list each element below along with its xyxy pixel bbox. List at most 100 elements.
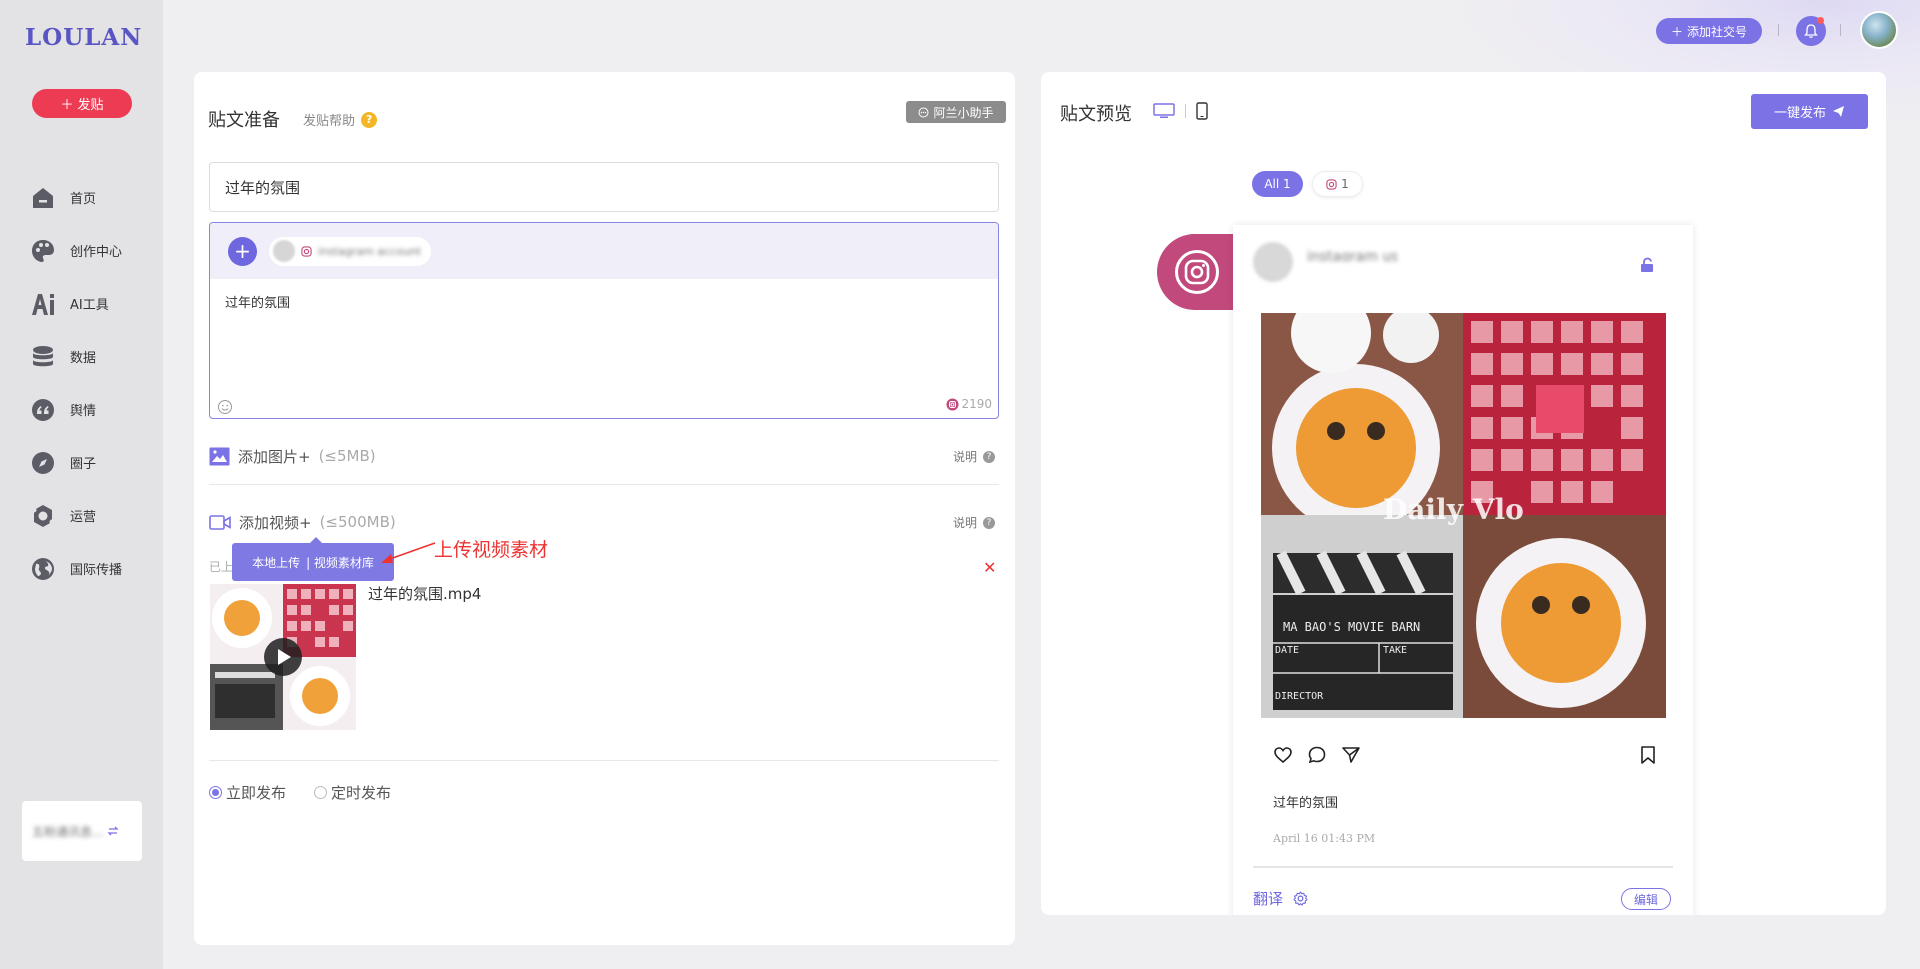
account-selector: + instagram account [210, 223, 998, 279]
post-author-name: instagram user [1307, 249, 1397, 261]
switch-icon[interactable] [107, 825, 120, 837]
local-upload-option[interactable]: 本地上传 [252, 554, 300, 571]
nav-label: 数据 [70, 351, 97, 366]
unlock-icon[interactable] [1639, 257, 1655, 273]
add-video-row: 添加视频+ (≤500MB) 说明 ? [209, 510, 999, 534]
nav-item-operation[interactable]: 运营 [0, 489, 163, 542]
publish-all-label: 一键发布 [1773, 106, 1826, 121]
translate-link[interactable]: 翻译 [1253, 888, 1308, 909]
instagram-platform-badge [1157, 234, 1237, 310]
selected-account-chip[interactable]: instagram account [269, 236, 431, 266]
instagram-icon [946, 398, 959, 410]
upload-source-menu: 本地上传 | 视频素材库 [232, 537, 394, 581]
share-icon[interactable] [1341, 745, 1361, 765]
add-image-row: 添加图片+ (≤5MB) 说明 ? [209, 444, 999, 468]
edit-post-button[interactable]: 编辑 [1621, 888, 1671, 910]
image-size-limit: (≤5MB) [318, 447, 376, 465]
image-explain-link[interactable]: 说明 ? [953, 448, 995, 465]
add-video-button[interactable]: 添加视频+ [239, 512, 312, 533]
assistant-button[interactable]: 阿兰小助手 [906, 101, 1006, 123]
publish-now-radio[interactable]: 立即发布 [209, 782, 286, 803]
one-click-publish-button[interactable]: 一键发布 [1751, 94, 1868, 129]
database-icon [33, 345, 53, 366]
post-author-avatar [1253, 242, 1293, 282]
post-preview-panel: 贴文预览 一键发布 All 1 1 instagram user [1041, 72, 1886, 915]
nav-label: 舆情 [70, 404, 97, 419]
heart-icon[interactable] [1273, 745, 1293, 765]
account-name: 五粉通讯息... [32, 824, 104, 839]
clapper-take: TAKE [1383, 645, 1408, 656]
platform-filter: All 1 1 [1252, 171, 1363, 197]
play-icon[interactable] [263, 637, 303, 677]
nav-item-sentiment[interactable]: 舆情 [0, 383, 163, 436]
help-label: 发贴帮助 [303, 114, 356, 129]
globe-icon [32, 557, 54, 580]
nav-item-global[interactable]: 国际传播 [0, 542, 163, 595]
filter-all[interactable]: All 1 [1252, 171, 1303, 197]
post-media[interactable]: Daily Vlo MA BAO'S MOVIE BARN DATE TAKE … [1261, 313, 1666, 718]
ai-icon [32, 293, 54, 315]
clapper-director: DIRECTOR [1275, 691, 1324, 702]
add-image-button[interactable]: 添加图片+ [238, 446, 311, 467]
desktop-icon[interactable] [1153, 103, 1175, 119]
nav-label: 国际传播 [70, 563, 123, 578]
emoji-icon[interactable] [217, 399, 233, 415]
add-account-label: 添加社交号 [1687, 24, 1748, 39]
scheduled-publish-radio[interactable]: 定时发布 [314, 782, 391, 803]
add-social-account-button[interactable]: ＋ 添加社交号 [1656, 18, 1762, 44]
clapper-date: DATE [1275, 645, 1300, 656]
remove-video-icon[interactable]: ✕ [983, 558, 996, 577]
new-post-label: 发贴 [77, 98, 104, 113]
question-icon: ? [361, 111, 378, 128]
topbar-separator [1778, 24, 1779, 36]
annotation-text: 上传视频素材 [434, 539, 549, 561]
nav-label: 首页 [70, 192, 97, 207]
new-post-button[interactable]: ＋ 发贴 [32, 89, 132, 118]
comment-icon[interactable] [1307, 745, 1327, 765]
assistant-label: 阿兰小助手 [933, 105, 994, 120]
notification-button[interactable] [1796, 16, 1826, 46]
post-content-text[interactable]: 过年的氛围 [225, 292, 290, 311]
radio-icon [314, 786, 328, 799]
device-separator [1185, 104, 1186, 118]
post-divider [1253, 866, 1673, 868]
user-avatar[interactable] [1860, 11, 1898, 49]
post-content-editor[interactable]: + instagram account 过年的氛围 2190 [209, 222, 999, 419]
nav-item-circle[interactable]: 圈子 [0, 436, 163, 489]
video-thumbnail[interactable] [210, 584, 356, 730]
radio-selected-icon [209, 786, 222, 799]
post-actions [1273, 745, 1361, 765]
topbar-separator [1840, 24, 1841, 36]
settings-icon[interactable] [1293, 891, 1308, 906]
nav-item-data[interactable]: 数据 [0, 330, 163, 383]
operation-icon [31, 504, 55, 527]
post-caption: 过年的氛围 [1273, 796, 1339, 811]
video-size-limit: (≤500MB) [319, 513, 396, 531]
nav-item-home[interactable]: 首页 [0, 171, 163, 224]
video-explain-link[interactable]: 说明 ? [953, 514, 995, 531]
add-account-button[interactable]: + [228, 236, 257, 266]
question-icon: ? [983, 450, 995, 463]
scheduled-publish-label: 定时发布 [331, 784, 392, 802]
post-help-link[interactable]: 发贴帮助 ? [303, 110, 378, 129]
annotation-arrow [381, 542, 436, 563]
nav-item-ai-tools[interactable]: AI工具 [0, 277, 163, 330]
bookmark-icon[interactable] [1639, 745, 1657, 765]
filter-instagram[interactable]: 1 [1312, 171, 1363, 197]
mobile-icon[interactable] [1196, 102, 1208, 120]
chat-icon [918, 107, 929, 117]
nav-item-creation[interactable]: 创作中心 [0, 224, 163, 277]
instagram-post-preview: instagram user [1233, 225, 1693, 915]
account-switcher[interactable]: 五粉通讯息... [22, 801, 142, 861]
video-library-option[interactable]: | 视频素材库 [306, 554, 374, 571]
nav-label: 圈子 [70, 457, 97, 472]
logo[interactable]: LOULAN [25, 24, 142, 51]
divider [209, 484, 999, 485]
sidebar: LOULAN ＋ 发贴 首页 创作中心 AI工具 数据 舆情 圈子 运营 国际传… [0, 0, 163, 969]
filter-count: 1 [1341, 177, 1349, 191]
publish-options: 立即发布 定时发布 [209, 782, 391, 803]
home-icon [33, 187, 53, 208]
device-toggle [1153, 102, 1208, 120]
media-overlay-text: Daily Vlo [1383, 493, 1524, 526]
post-title-input[interactable] [209, 162, 999, 212]
